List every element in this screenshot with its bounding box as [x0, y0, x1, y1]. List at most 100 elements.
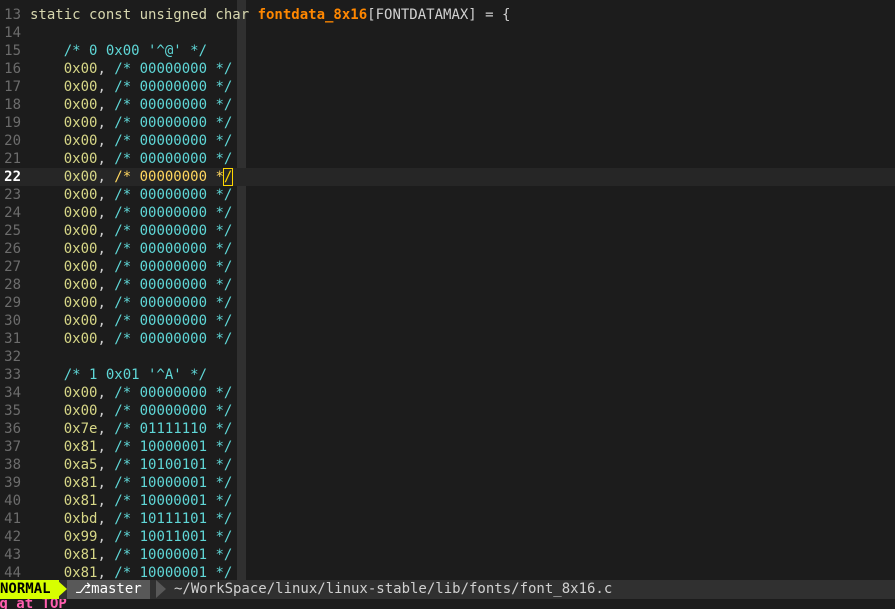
line-number: 32 — [4, 349, 21, 365]
code-line[interactable]: 32 — [0, 348, 895, 366]
comment-close: * — [207, 241, 224, 257]
comment-close: / — [223, 115, 233, 131]
line-content: 0x00, /* 00000000 */ — [21, 114, 233, 132]
comma: , — [97, 205, 115, 221]
code-line[interactable]: 21 0x00, /* 00000000 */ — [0, 150, 895, 168]
code-line[interactable]: 33 /* 1 0x01 '^A' */ — [0, 366, 895, 384]
comma: , — [97, 457, 115, 473]
code-line[interactable]: 31 0x00, /* 00000000 */ — [0, 330, 895, 348]
line-content: 0x00, /* 00000000 */ — [21, 258, 233, 276]
code-line[interactable]: 13 static const unsigned char fontdata_8x… — [0, 6, 895, 24]
hex-value: 0x81 — [63, 439, 98, 455]
comment-open: /* — [114, 475, 140, 491]
comment-close: / — [223, 493, 233, 509]
comma: , — [97, 151, 115, 167]
line-content: 0x00, /* 00000000 */ — [21, 60, 233, 78]
powerline-separator — [156, 580, 166, 598]
line-number: 42 — [4, 529, 21, 545]
code-line[interactable]: 43 0x81, /* 10000001 */ — [0, 546, 895, 564]
bit-pattern: 00000000 — [139, 313, 208, 329]
code-line[interactable]: 27 0x00, /* 00000000 */ — [0, 258, 895, 276]
code-line[interactable]: 35 0x00, /* 00000000 */ — [0, 402, 895, 420]
comma: , — [97, 277, 115, 293]
code-line[interactable]: 23 0x00, /* 00000000 */ — [0, 186, 895, 204]
comma: , — [97, 493, 115, 509]
hex-value: 0x81 — [63, 547, 98, 563]
code-line[interactable]: 26 0x00, /* 00000000 */ — [0, 240, 895, 258]
comment-close: / — [223, 61, 233, 77]
comment-close: / — [223, 529, 233, 545]
comment-close: / — [223, 223, 233, 239]
comma: , — [97, 259, 115, 275]
line-number: 39 — [4, 475, 21, 491]
code-line[interactable]: 20 0x00, /* 00000000 */ — [0, 132, 895, 150]
hex-value: 0xbd — [63, 511, 98, 527]
code-line[interactable]: 34 0x00, /* 00000000 */ — [0, 384, 895, 402]
line-number: 44 — [4, 565, 21, 580]
code-line[interactable]: 28 0x00, /* 00000000 */ — [0, 276, 895, 294]
code-line[interactable]: 44 0x81, /* 10000001 */ — [0, 564, 895, 580]
line-number: 14 — [4, 25, 21, 41]
code-line[interactable]: 16 0x00, /* 00000000 */ — [0, 60, 895, 78]
comma: , — [97, 133, 115, 149]
comment-close: * — [207, 403, 224, 419]
code-line[interactable]: 37 0x81, /* 10000001 */ — [0, 438, 895, 456]
line-number: 38 — [4, 457, 21, 473]
code-line[interactable]: 39 0x81, /* 10000001 */ — [0, 474, 895, 492]
line-content: 0x00, /* 00000000 */ — [21, 294, 233, 312]
code-line[interactable]: 29 0x00, /* 00000000 */ — [0, 294, 895, 312]
code-line[interactable]: 38 0xa5, /* 10100101 */ — [0, 456, 895, 474]
code-line[interactable]: 25 0x00, /* 00000000 */ — [0, 222, 895, 240]
comment-close: * — [207, 331, 224, 347]
bit-pattern: 00000000 — [139, 133, 208, 149]
code-line[interactable]: 14 — [0, 24, 895, 42]
bit-pattern: 00000000 — [139, 79, 208, 95]
comma: , — [97, 79, 115, 95]
line-content: 0x00, /* 00000000 */ — [21, 150, 233, 168]
code-line[interactable]: 41 0xbd, /* 10111101 */ — [0, 510, 895, 528]
glyph-header-comment: /* 0 0x00 '^@' */ — [30, 43, 208, 59]
line-content: 0x81, /* 10000001 */ — [21, 546, 233, 564]
comment-close: * — [207, 547, 224, 563]
code-line[interactable]: 42 0x99, /* 10011001 */ — [0, 528, 895, 546]
bit-pattern: 00000000 — [139, 169, 208, 185]
bit-pattern: 01111110 — [139, 421, 208, 437]
mode-indicator: NORMAL — [0, 580, 59, 599]
array-identifier: fontdata_8x16 — [257, 7, 368, 23]
code-line[interactable]: 19 0x00, /* 00000000 */ — [0, 114, 895, 132]
code-line[interactable]: 24 0x00, /* 00000000 */ — [0, 204, 895, 222]
line-number: 19 — [4, 115, 21, 131]
code-line[interactable]: 18 0x00, /* 00000000 */ — [0, 96, 895, 114]
editor-pane[interactable]: 13 static const unsigned char fontdata_8x… — [0, 0, 895, 580]
code-line-current[interactable]: 22 0x00, /* 00000000 */ — [0, 168, 895, 186]
code-line[interactable]: 36 0x7e, /* 01111110 */ — [0, 420, 895, 438]
code-line[interactable]: 30 0x00, /* 00000000 */ — [0, 312, 895, 330]
line-number: 27 — [4, 259, 21, 275]
bit-pattern: 10000001 — [139, 565, 208, 580]
comment-close: * — [207, 205, 224, 221]
line-content: 0x81, /* 10000001 */ — [21, 492, 233, 510]
line-content: 0x00, /* 00000000 */ — [21, 276, 233, 294]
code-line[interactable]: 15 /* 0 0x00 '^@' */ — [0, 42, 895, 60]
hex-value: 0xa5 — [63, 457, 98, 473]
bit-pattern: 10000001 — [139, 547, 208, 563]
bit-pattern: 00000000 — [139, 241, 208, 257]
text-cursor: / — [222, 168, 234, 186]
code-line[interactable]: 40 0x81, /* 10000001 */ — [0, 492, 895, 510]
hex-value: 0x00 — [63, 223, 98, 239]
line-number: 35 — [4, 403, 21, 419]
hex-value: 0x99 — [63, 529, 98, 545]
hex-value: 0x00 — [63, 61, 98, 77]
declaration-tail: [FONTDATAMAX] = { — [367, 7, 511, 23]
line-content: 0x00, /* 00000000 */ — [21, 240, 233, 258]
command-line[interactable]: ng at TOP — [0, 599, 895, 609]
comment-close: * — [207, 151, 224, 167]
code-line[interactable]: 17 0x00, /* 00000000 */ — [0, 78, 895, 96]
branch-icon: ⎇ — [75, 581, 92, 597]
